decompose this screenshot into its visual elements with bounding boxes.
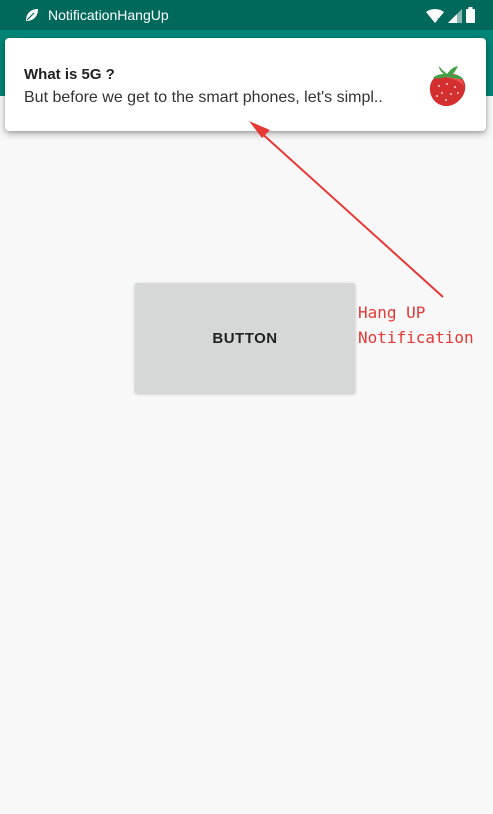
strawberry-icon (429, 66, 466, 107)
notification-title: What is 5G ? (24, 66, 115, 83)
signal-icon (448, 9, 462, 23)
heads-up-notification[interactable]: What is 5G ? But before we get to the sm… (5, 38, 486, 131)
svg-text:x: x (437, 16, 441, 23)
status-bar: NotificationHangUp x (0, 0, 493, 30)
main-button[interactable]: BUTTON (135, 283, 355, 393)
annotation-line-2: Notification (358, 328, 474, 347)
notification-text: But before we get to the smart phones, l… (24, 89, 383, 106)
annotation-line-1: Hang UP (358, 303, 426, 322)
battery-icon (466, 7, 475, 23)
status-bar-app-name: NotificationHangUp (48, 7, 169, 23)
annotation-label: Hang UP Notification (358, 300, 474, 350)
leaf-icon (26, 9, 38, 21)
wifi-icon: x (426, 9, 444, 23)
